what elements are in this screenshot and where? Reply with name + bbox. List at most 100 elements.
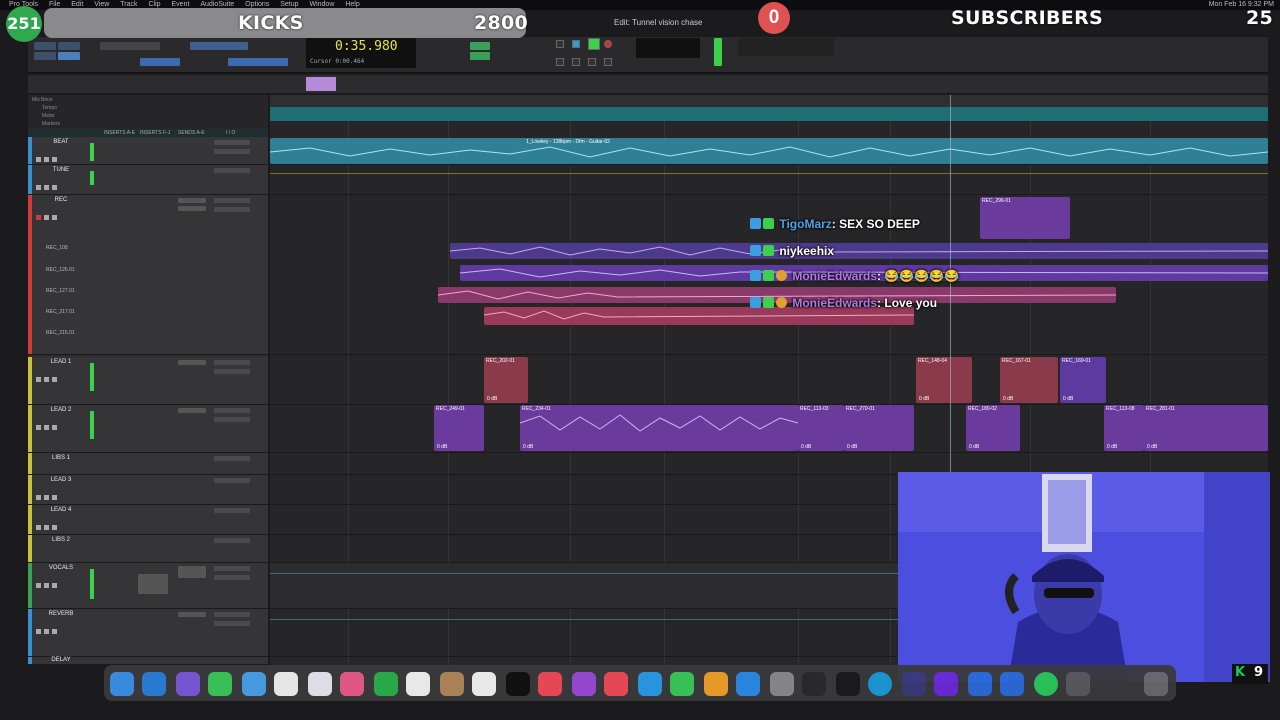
go-to-start-icon[interactable] [556, 58, 564, 66]
track-name[interactable]: LEAD 4 [36, 507, 86, 513]
track-reverb[interactable]: REVERB [28, 609, 268, 657]
track-beat[interactable]: BEAT [28, 137, 268, 165]
audio-clip[interactable]: REC_113-03 0 dB [798, 405, 844, 451]
audio-clip[interactable]: REC_281-01 0 dB [1144, 405, 1268, 451]
track-io[interactable] [214, 508, 250, 513]
track-lead-2[interactable]: LEAD 2 [28, 405, 268, 453]
track-name[interactable]: VOCALS [36, 565, 86, 571]
nudge-value-display[interactable] [470, 52, 490, 60]
playlist-lane[interactable]: REC_217.01 [46, 309, 75, 315]
track-buttons[interactable] [36, 207, 86, 220]
track-volume[interactable] [214, 207, 250, 212]
track-buttons[interactable] [36, 575, 86, 588]
launchpad-icon[interactable] [176, 672, 200, 696]
grid-settings[interactable] [738, 38, 834, 56]
photos-icon[interactable] [340, 672, 364, 696]
track-io[interactable] [214, 360, 250, 365]
track-io[interactable] [214, 456, 250, 461]
slip-mode-button[interactable] [34, 52, 56, 60]
edit-tools[interactable] [190, 42, 248, 50]
system-settings-icon[interactable] [770, 672, 794, 696]
keyboard-focus-buttons[interactable] [228, 58, 288, 66]
track-volume[interactable] [214, 621, 250, 626]
track-lead-1[interactable]: LEAD 1 [28, 357, 268, 405]
track-lead-4[interactable]: LEAD 4 [28, 505, 268, 535]
audio-clip[interactable]: REC_249-01 0 dB [434, 405, 484, 451]
track-name[interactable]: LIBS 1 [36, 455, 86, 461]
ilok-icon[interactable] [836, 672, 860, 696]
audio-clip[interactable]: REC_167-01 0 dB [1000, 357, 1058, 403]
track-insert[interactable] [178, 612, 206, 617]
link-buttons[interactable] [140, 58, 180, 66]
notes-icon[interactable] [274, 672, 298, 696]
app-icon[interactable] [868, 672, 892, 696]
loop-icon[interactable] [604, 58, 612, 66]
playlist-lane[interactable]: REC_215.01 [46, 330, 75, 336]
audio-clip[interactable]: REC_148-04 0 dB [916, 357, 972, 403]
pro-tools-icon[interactable] [802, 672, 826, 696]
audio-clip-playlist-1[interactable] [450, 243, 1268, 259]
fast-forward-icon[interactable] [572, 58, 580, 66]
grid-value-display[interactable] [470, 42, 490, 50]
mail-icon[interactable] [242, 672, 266, 696]
reminders-icon[interactable] [472, 672, 496, 696]
track-libs-2[interactable]: LIBS 2 [28, 535, 268, 563]
track-delay[interactable]: DELAY [28, 657, 268, 665]
timeline-ruler[interactable] [270, 95, 1268, 107]
track-buttons[interactable] [36, 621, 86, 634]
track-libs-1[interactable]: LIBS 1 [28, 453, 268, 475]
track-send[interactable] [178, 206, 206, 211]
track-name[interactable]: REC [36, 197, 86, 203]
track-name[interactable]: DELAY [36, 657, 86, 663]
audio-clip-beat[interactable]: 1_Lowkey - 138bpm - Dfm - Guitar-02 [270, 138, 1268, 164]
track-volume[interactable] [214, 369, 250, 374]
playlist-lane[interactable]: REC_126.01 [46, 267, 75, 273]
track-name[interactable]: REVERB [36, 611, 86, 617]
track-buttons[interactable] [36, 177, 86, 190]
track-name[interactable]: BEAT [36, 139, 86, 145]
track-insert-chain[interactable] [138, 574, 168, 594]
audio-clip[interactable]: REC_169-01 0 dB [1060, 357, 1106, 403]
track-io[interactable] [214, 538, 250, 543]
audio-clip[interactable]: REC_270-01 0 dB [844, 405, 914, 451]
playlist-lane[interactable]: REC_127.01 [46, 288, 75, 294]
track-volume[interactable] [214, 575, 250, 580]
playlist-lane[interactable]: REC_108 [46, 245, 68, 251]
spotify-icon[interactable] [1034, 672, 1058, 696]
track-insert[interactable] [178, 408, 206, 413]
track-io[interactable] [214, 140, 250, 145]
numbers-icon[interactable] [670, 672, 694, 696]
main-counter[interactable]: 0:35.980 Cursor 0:00.464 [306, 38, 416, 68]
track-insert[interactable] [178, 360, 206, 365]
track-insert[interactable] [178, 566, 206, 578]
track-buttons[interactable] [36, 487, 86, 500]
track-io[interactable] [214, 198, 250, 203]
track-io[interactable] [214, 168, 250, 173]
shuffle-mode-button[interactable] [34, 42, 56, 50]
track-vocals[interactable]: VOCALS [28, 563, 268, 609]
track-io[interactable] [214, 408, 250, 413]
track-tune[interactable]: TUNE [28, 165, 268, 195]
audio-clip[interactable]: REC_234-01 0 dB [520, 405, 798, 451]
facetime-icon[interactable] [374, 672, 398, 696]
contacts-icon[interactable] [440, 672, 464, 696]
lane-beat[interactable]: 1_Lowkey - 138bpm - Dfm - Guitar-02 [270, 137, 1268, 165]
track-volume[interactable] [214, 149, 250, 154]
track-name[interactable]: LEAD 2 [36, 407, 86, 413]
track-lead-3[interactable]: LEAD 3 [28, 475, 268, 505]
calendar-icon[interactable] [406, 672, 430, 696]
zoom-presets[interactable] [100, 42, 160, 50]
track-io[interactable] [214, 478, 250, 483]
record-icon[interactable] [604, 40, 612, 48]
music-icon[interactable] [538, 672, 562, 696]
news-icon[interactable] [604, 672, 628, 696]
rewind-icon[interactable] [556, 40, 564, 48]
track-name[interactable]: TUNE [36, 167, 86, 173]
audio-clip-rec-top[interactable]: REC_296-01 [980, 197, 1070, 239]
app-icon[interactable] [968, 672, 992, 696]
audio-clip[interactable]: REC_180-02 0 dB [966, 405, 1020, 451]
pages-icon[interactable] [704, 672, 728, 696]
loop-marker[interactable] [306, 77, 336, 91]
finder-icon[interactable] [110, 672, 134, 696]
lane-lead-1[interactable]: REC_202-01 0 dB REC_148-04 0 dB REC_167-… [270, 357, 1268, 405]
